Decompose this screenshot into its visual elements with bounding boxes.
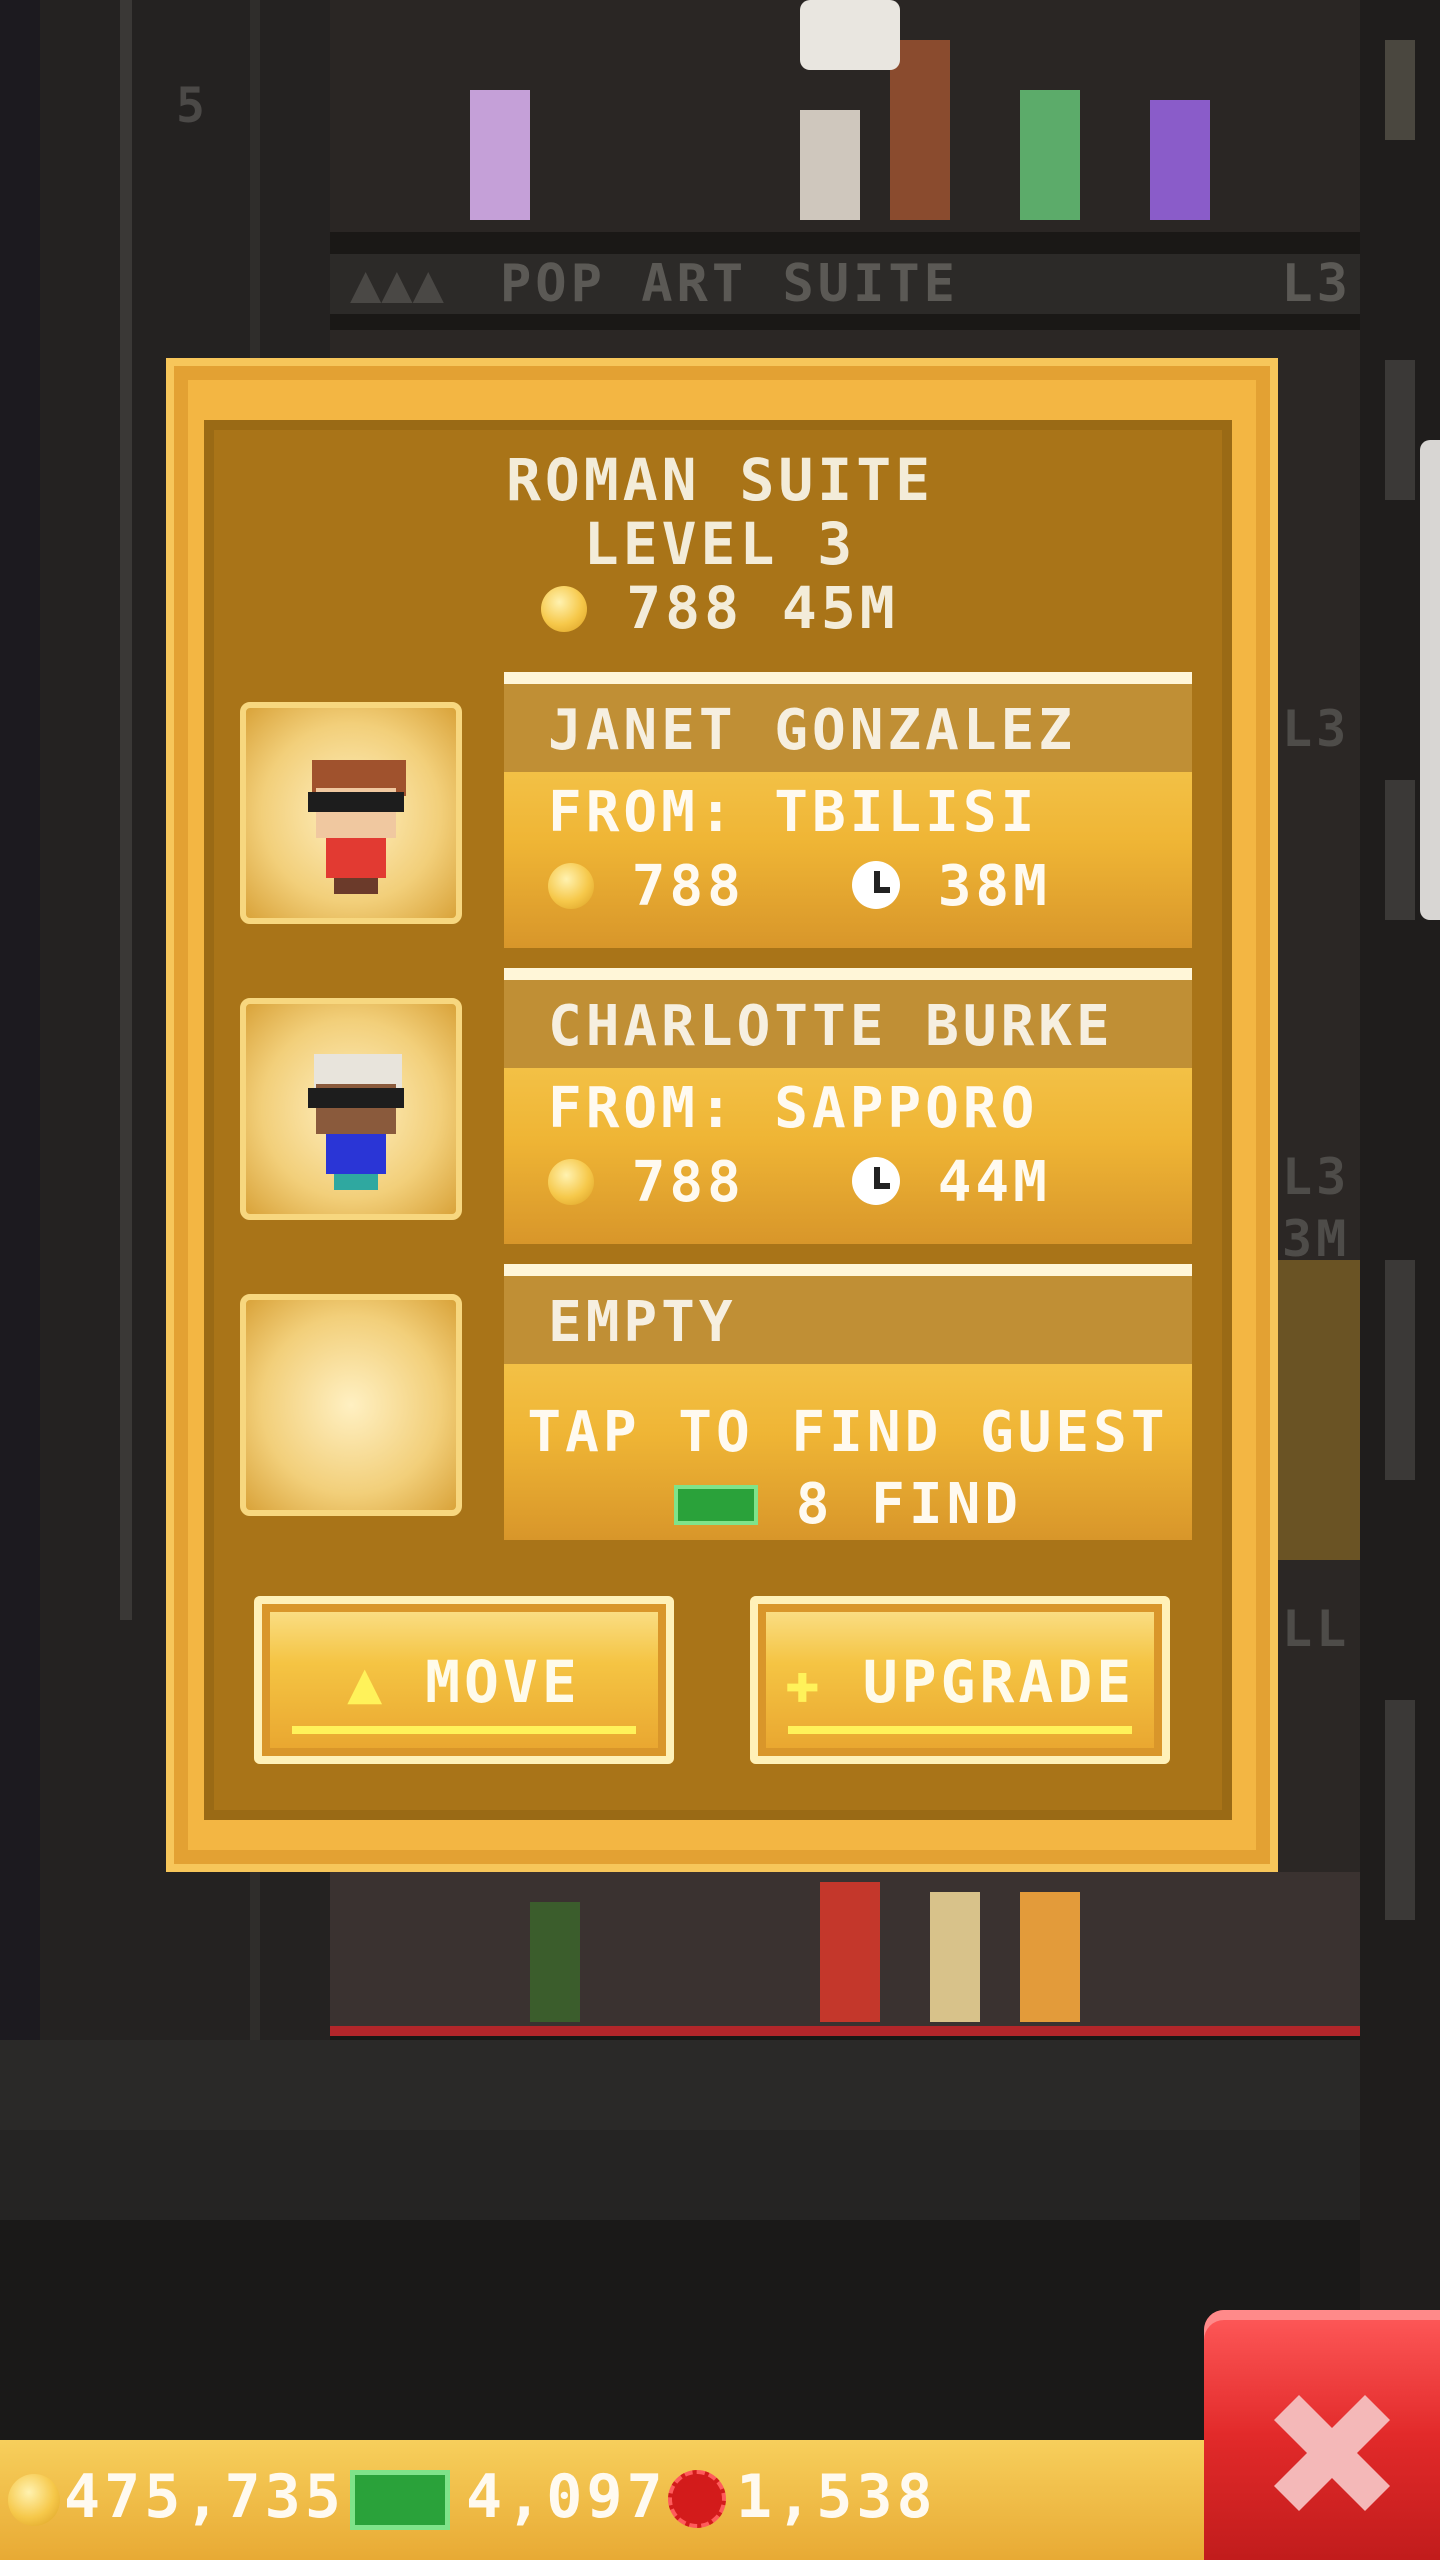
close-button[interactable] xyxy=(1204,2310,1440,2560)
room-summary-time: 45M xyxy=(781,574,899,642)
empty-slot-title: EMPTY xyxy=(548,1290,737,1355)
close-icon xyxy=(1274,2395,1390,2511)
guest-row[interactable]: CHARLOTTE BURKE FROM: SAPPORO 788 44M xyxy=(240,968,1192,1244)
move-button[interactable]: ▲ MOVE xyxy=(254,1596,674,1764)
speech-bubble xyxy=(800,0,900,70)
guest-sprite xyxy=(470,90,530,220)
ground-sidewalk xyxy=(0,2040,1440,2130)
currency-bar: 475,735 4,097 1,538 xyxy=(0,2440,1250,2560)
avatar-shirt xyxy=(326,838,386,878)
coins-balance: 475,735 xyxy=(64,2462,345,2532)
floor-level: L3 xyxy=(1281,254,1352,314)
floor-pop-art-suite[interactable] xyxy=(330,0,1360,232)
guest-origin: FROM: SAPPORO xyxy=(548,1076,1039,1141)
guest-sprite xyxy=(1020,90,1080,220)
guest-card[interactable]: JANET GONZALEZ FROM: TBILISI 788 38M xyxy=(504,672,1192,948)
guest-sprite xyxy=(930,1892,980,2022)
guest-sprite xyxy=(820,1882,880,2022)
guest-origin: FROM: TBILISI xyxy=(548,780,1039,845)
find-guest-cost: 8 FIND xyxy=(504,1472,1192,1537)
avatar-glasses xyxy=(308,1088,404,1108)
rail-slot xyxy=(1385,1700,1415,1920)
guest-avatar[interactable] xyxy=(240,702,462,924)
ground-road xyxy=(0,2130,1440,2220)
arrow-up-icon: ▲ xyxy=(347,1648,387,1716)
floor-lobby-trim xyxy=(330,2026,1360,2036)
guest-coins-value: 788 xyxy=(631,1150,745,1215)
floor-lobby[interactable] xyxy=(330,1872,1360,2032)
coin-icon xyxy=(8,2474,60,2526)
guest-sprite xyxy=(1020,1892,1080,2022)
move-label-text: MOVE xyxy=(425,1648,581,1716)
upgrade-button-label: ✚ UPGRADE xyxy=(750,1648,1170,1716)
floor-number: 5 xyxy=(176,78,205,134)
bux-icon xyxy=(350,2470,450,2530)
upgrade-button-underline xyxy=(788,1726,1132,1734)
empty-avatar-slot[interactable] xyxy=(240,1294,462,1516)
rail-slot xyxy=(1385,780,1415,920)
avatar-legs xyxy=(334,1174,378,1190)
avatar-glasses xyxy=(308,792,404,812)
move-button-underline xyxy=(292,1726,636,1734)
room-level: LEVEL 3 xyxy=(583,510,857,578)
tokens-balance: 1,538 xyxy=(736,2462,937,2532)
find-cost-value: 8 xyxy=(795,1472,834,1537)
floor-occupancy-icons: ▲▲▲ xyxy=(350,254,444,314)
clock-icon xyxy=(852,1157,900,1205)
room-title: ROMAN SUITE xyxy=(505,446,935,514)
room-summary-coins: 788 xyxy=(626,574,743,642)
avatar-hair xyxy=(314,1054,402,1088)
guest-coins: 788 xyxy=(548,854,745,919)
guest-sprite xyxy=(1150,100,1210,220)
rail-slot xyxy=(1385,40,1415,140)
side-level-label: L3 xyxy=(1282,700,1351,758)
upgrade-button[interactable]: ✚ UPGRADE xyxy=(750,1596,1170,1764)
find-cost-label: FIND xyxy=(871,1472,1022,1537)
side-level-label: L3 xyxy=(1282,1148,1351,1206)
guest-time: 44M xyxy=(852,1150,1051,1215)
move-button-label: ▲ MOVE xyxy=(254,1648,674,1716)
room-summary: 788 45M xyxy=(0,574,1440,642)
tower-elevator-rail xyxy=(120,0,132,1620)
avatar-shirt xyxy=(326,1134,386,1174)
find-guest-card[interactable]: EMPTY TAP TO FIND GUEST 8 FIND xyxy=(504,1264,1192,1540)
plant-sprite xyxy=(530,1902,580,2022)
floor-name: POP ART SUITE xyxy=(500,254,959,314)
coin-icon xyxy=(548,863,594,909)
side-level-label: 3M xyxy=(1282,1210,1351,1268)
guest-time-value: 44M xyxy=(937,1150,1051,1215)
guest-row[interactable]: JANET GONZALEZ FROM: TBILISI 788 38M xyxy=(240,672,1192,948)
upgrade-label-text: UPGRADE xyxy=(862,1648,1136,1716)
token-icon xyxy=(668,2470,726,2528)
empty-guest-row[interactable]: EMPTY TAP TO FIND GUEST 8 FIND xyxy=(240,1264,1192,1540)
bux-icon xyxy=(673,1485,758,1525)
guest-sprite xyxy=(890,40,950,220)
guest-sprite xyxy=(800,110,860,220)
coin-icon xyxy=(548,1159,594,1205)
guest-name: JANET GONZALEZ xyxy=(548,698,1077,763)
avatar-legs xyxy=(334,878,378,894)
guest-name: CHARLOTTE BURKE xyxy=(548,994,1114,1059)
guest-card[interactable]: CHARLOTTE BURKE FROM: SAPPORO 788 44M xyxy=(504,968,1192,1244)
clock-icon xyxy=(852,861,900,909)
guest-coins: 788 xyxy=(548,1150,745,1215)
guest-coins-value: 788 xyxy=(631,854,745,919)
coin-icon xyxy=(541,586,588,632)
bux-balance: 4,097 xyxy=(466,2462,667,2532)
guest-time: 38M xyxy=(852,854,1051,919)
plus-icon: ✚ xyxy=(784,1648,824,1716)
rail-slot xyxy=(1385,1260,1415,1480)
find-guest-label: TAP TO FIND GUEST xyxy=(527,1400,1169,1465)
floor-label-bar: ▲▲▲ POP ART SUITE L3 xyxy=(330,254,1360,314)
guest-avatar[interactable] xyxy=(240,998,462,1220)
guest-time-value: 38M xyxy=(937,854,1051,919)
